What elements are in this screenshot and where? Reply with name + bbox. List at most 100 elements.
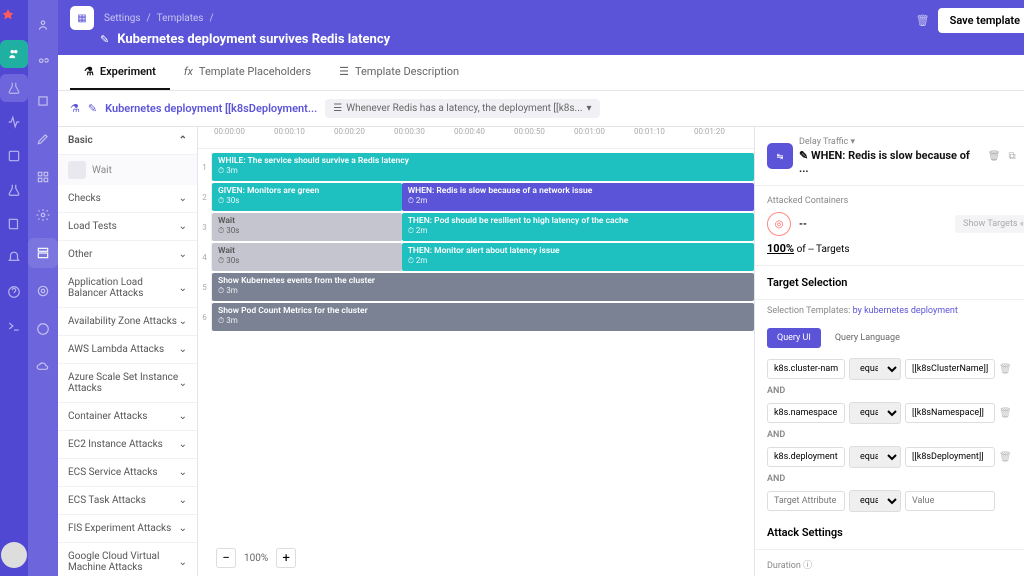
side-users-icon[interactable] <box>28 48 58 78</box>
rail-bell-icon[interactable] <box>0 244 28 272</box>
and-label: AND <box>755 472 1024 486</box>
lanes: 1WHILE: The service should survive a Red… <box>198 149 754 576</box>
rule-op[interactable]: equals <box>849 402 901 424</box>
timeline-bar[interactable]: WHEN: Redis is slow because of a network… <box>402 183 754 211</box>
breadcrumb: ▦ Settings / Templates / <box>70 6 1024 30</box>
timeline-bar[interactable]: GIVEN: Monitors are green⏱ 30s <box>212 183 402 211</box>
edit-icon[interactable]: ✎ <box>100 33 109 46</box>
group-item[interactable]: ECS Task Attacks⌄ <box>58 487 197 515</box>
zoom-in-button[interactable]: + <box>276 548 296 568</box>
timeline-bar[interactable]: Show Pod Count Metrics for the cluster⏱ … <box>212 303 754 331</box>
rule-val[interactable] <box>905 359 995 379</box>
lane: 1WHILE: The service should survive a Red… <box>198 153 754 181</box>
rail-experiments-icon[interactable] <box>0 74 28 102</box>
side-pen-icon[interactable] <box>28 124 58 154</box>
save-button[interactable]: Save template <box>938 8 1024 33</box>
template-icon: ▦ <box>70 6 94 30</box>
target-selection-header[interactable]: Target Selection⌃ <box>755 266 1024 300</box>
group-item[interactable]: Azure Scale Set Instance Attacks⌄ <box>58 364 197 403</box>
panel-copy-icon[interactable]: ⧉ <box>1008 151 1015 162</box>
experiment-name[interactable]: Kubernetes deployment [[k8sDeployment... <box>105 102 317 115</box>
crumb-templates[interactable]: Templates <box>157 13 204 24</box>
rule-key[interactable] <box>767 447 845 467</box>
zoom-control: − 100% + <box>214 546 298 570</box>
crumb-settings[interactable]: Settings <box>104 13 141 24</box>
rail-teams-icon[interactable] <box>0 40 28 68</box>
rail-help-icon[interactable] <box>0 278 28 306</box>
attack-settings-header[interactable]: Attack Settings⌃ <box>755 516 1024 550</box>
group-basic[interactable]: Basic⌃ <box>58 127 197 155</box>
group-item[interactable]: AWS Lambda Attacks⌄ <box>58 336 197 364</box>
group-item[interactable]: FIS Experiment Attacks⌄ <box>58 515 197 543</box>
lane: 2GIVEN: Monitors are green⏱ 30sWHEN: Red… <box>198 183 754 211</box>
timeline-bar[interactable]: Wait⏱ 30s <box>212 243 402 271</box>
group-checks[interactable]: Checks⌄ <box>58 185 197 213</box>
side-box-icon[interactable] <box>28 86 58 116</box>
side-user-icon[interactable] <box>28 10 58 40</box>
lane: 5Show Kubernetes events from the cluster… <box>198 273 754 301</box>
group-load[interactable]: Load Tests⌄ <box>58 213 197 241</box>
rail-templates-icon[interactable] <box>0 142 28 170</box>
avatar[interactable] <box>1 542 27 568</box>
group-item[interactable]: ECS Service Attacks⌄ <box>58 459 197 487</box>
tab-query-ui[interactable]: Query UI <box>767 328 821 348</box>
header: ▦ Settings / Templates / ✎ Kubernetes de… <box>58 0 1024 55</box>
rule-op[interactable]: equals <box>849 358 901 380</box>
side-cloud-icon[interactable] <box>28 352 58 382</box>
rail-book-icon[interactable] <box>0 210 28 238</box>
rail-activity-icon[interactable] <box>0 108 28 136</box>
zoom-out-button[interactable]: − <box>216 548 236 568</box>
tab-experiment[interactable]: ⚗ Experiment <box>70 55 170 90</box>
panel-delete-icon[interactable]: 🗑 <box>988 151 1001 162</box>
secondary-sidebar <box>28 0 58 576</box>
tabs: ⚗ Experiment fx Template Placeholders ☰ … <box>58 55 1024 91</box>
ruler-tick: 00:01:10 <box>634 127 694 148</box>
step-title[interactable]: WHEN: Redis is slow because of ... <box>799 149 970 175</box>
rule-key[interactable] <box>767 403 845 423</box>
timeline-bar[interactable]: Show Kubernetes events from the cluster⏱… <box>212 273 754 301</box>
rule-key-input[interactable] <box>767 491 845 511</box>
side-target-icon[interactable] <box>28 276 58 306</box>
rule-val-input[interactable] <box>905 491 995 511</box>
selection-template-link[interactable]: by kubernetes deployment <box>853 306 958 316</box>
side-gear-icon[interactable] <box>28 200 58 230</box>
rule-delete-icon[interactable]: 🗑 <box>999 364 1013 375</box>
rule-delete-icon[interactable]: 🗑 <box>999 452 1013 463</box>
target-percent[interactable]: 100% <box>767 242 794 255</box>
side-template-icon[interactable] <box>28 238 58 268</box>
chevron-up-icon: ⌃ <box>179 135 187 146</box>
group-item[interactable]: Application Load Balancer Attacks⌄ <box>58 269 197 308</box>
timeline-bar[interactable]: THEN: Pod should be resilient to high la… <box>402 213 754 241</box>
tab-query-language[interactable]: Query Language <box>825 328 910 348</box>
lane: 3Wait⏱ 30sTHEN: Pod should be resilient … <box>198 213 754 241</box>
hypothesis-pill[interactable]: ☰ Whenever Redis has a latency, the depl… <box>325 99 599 118</box>
timeline-bar[interactable]: THEN: Monitor alert about latency issue⏱… <box>402 243 754 271</box>
timeline-bar[interactable]: WHILE: The service should survive a Redi… <box>212 153 754 181</box>
show-targets-button[interactable]: Show Targets « <box>955 215 1024 233</box>
rule-key[interactable] <box>767 359 845 379</box>
side-help2-icon[interactable] <box>28 314 58 344</box>
rule-op-select[interactable]: equals <box>849 490 901 512</box>
rail-flask-icon[interactable] <box>0 176 28 204</box>
delete-template-icon[interactable]: 🗑 <box>916 14 930 27</box>
rail-terminal-icon[interactable] <box>0 312 28 340</box>
edit-name-icon[interactable]: ✎ <box>88 102 97 115</box>
tab-description[interactable]: ☰ Template Description <box>325 55 473 90</box>
chevron-down-icon: ⌄ <box>179 193 187 204</box>
rule-op[interactable]: equals <box>849 446 901 468</box>
group-item[interactable]: Availability Zone Attacks⌄ <box>58 308 197 336</box>
rule-val[interactable] <box>905 447 995 467</box>
attack-kind[interactable]: Delay Traffic <box>799 137 848 147</box>
group-item[interactable]: EC2 Instance Attacks⌄ <box>58 431 197 459</box>
side-grid-icon[interactable] <box>28 162 58 192</box>
item-wait[interactable]: Wait <box>58 155 197 185</box>
tab-placeholders[interactable]: fx Template Placeholders <box>170 55 325 90</box>
attack-badge-icon: ↹ <box>767 143 793 169</box>
timeline-bar[interactable]: Wait⏱ 30s <box>212 213 402 241</box>
group-item[interactable]: Container Attacks⌄ <box>58 403 197 431</box>
group-other[interactable]: Other⌄ <box>58 241 197 269</box>
group-item[interactable]: Google Cloud Virtual Machine Attacks⌄ <box>58 543 197 576</box>
rule-delete-icon[interactable]: 🗑 <box>999 408 1013 419</box>
rule-val[interactable] <box>905 403 995 423</box>
category-list: Basic⌃ Wait Checks⌄ Load Tests⌄ Other⌄ A… <box>58 127 198 576</box>
